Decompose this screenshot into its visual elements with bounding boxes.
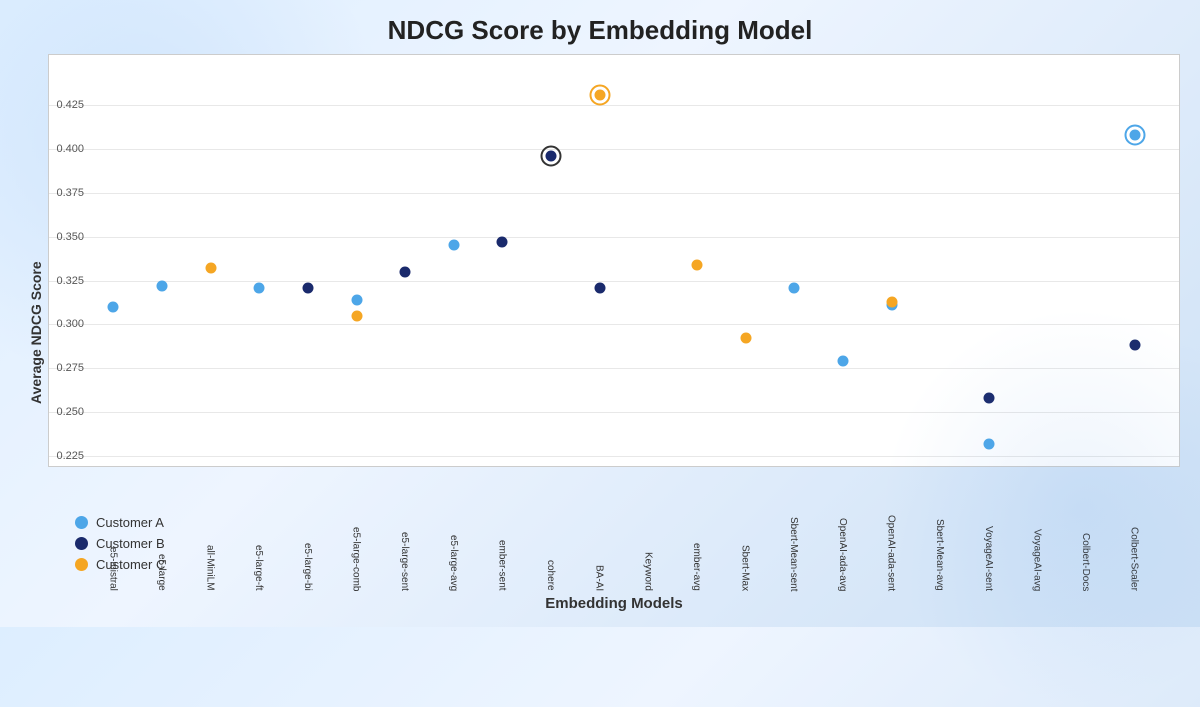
x-label-VoyageAI-avg: VoyageAI-avg xyxy=(1031,529,1041,591)
data-point-customerA-e5-large-avg xyxy=(448,240,459,251)
x-label-e5-large-ft: e5-large-ft xyxy=(253,545,263,591)
chart-title: NDCG Score by Embedding Model xyxy=(388,15,813,46)
data-point-customerA-OpenAI-ada-avg xyxy=(837,356,848,367)
data-point-customerC-e5-large-comb xyxy=(351,310,362,321)
y-tick-label: 0.225 xyxy=(56,450,84,462)
x-label-e5-large-sent: e5-large-sent xyxy=(399,532,409,591)
legend-item: Customer B xyxy=(75,536,165,551)
data-point-customerA-VoyageAI-sent xyxy=(983,438,994,449)
x-label-all-MiniLM: all-MiniLM xyxy=(205,545,215,591)
y-tick-label: 0.350 xyxy=(56,231,84,243)
x-label-e5-large-avg: e5-large-avg xyxy=(448,535,458,591)
legend-item: Customer A xyxy=(75,515,165,530)
data-point-customerA-Colbert-Scaler xyxy=(1129,129,1140,140)
x-label-VoyageAI-sent: VoyageAI-sent xyxy=(983,526,993,591)
chart-area: Average NDCG Score 0.4250.4000.3750.3500… xyxy=(20,54,1180,612)
legend-item: Customer C xyxy=(75,557,165,572)
data-point-customerA-e5-large xyxy=(156,280,167,291)
data-point-customerA-e5-mistral xyxy=(108,301,119,312)
legend-label: Customer A xyxy=(96,515,164,530)
plot-container: 0.425 0.400 0.375 0.350 0.325 0.300 0.275 0.250… xyxy=(48,54,1180,612)
chart-wrapper: NDCG Score by Embedding Model Average ND… xyxy=(20,15,1180,612)
data-point-customerC-Sbert-Max xyxy=(740,333,751,344)
data-point-customerA-e5-large-comb xyxy=(351,294,362,305)
x-axis-title: Embedding Models xyxy=(48,595,1180,612)
data-point-customerB-e5-large-sent xyxy=(400,266,411,277)
y-tick-label: 0.425 xyxy=(56,99,84,111)
data-point-customerB-e5-large-bi xyxy=(302,282,313,293)
x-axis-labels: e5-mistrale5-largeall-MiniLMe5-large-fte… xyxy=(48,471,1178,591)
x-label-Sbert-Max: Sbert-Max xyxy=(740,545,750,591)
x-label-OpenAI-ada-sent: OpenAI-ada-sent xyxy=(886,515,896,591)
data-point-customerC-ember-avg xyxy=(691,259,702,270)
legend: Customer A Customer B Customer C xyxy=(75,515,165,572)
data-point-customerC-BA-AI xyxy=(594,89,605,100)
y-tick-label: 0.275 xyxy=(56,362,84,374)
x-label-Colbert-Scaler: Colbert-Scaler xyxy=(1129,527,1139,591)
x-label-e5-large-comb: e5-large-comb xyxy=(351,527,361,591)
legend-dot xyxy=(75,558,88,571)
data-point-customerC-all-MiniLM xyxy=(205,263,216,274)
x-label-e5-large-bi: e5-large-bi xyxy=(302,543,312,591)
x-label-ember-avg: ember-avg xyxy=(691,543,701,591)
y-tick-label: 0.400 xyxy=(56,143,84,155)
y-tick-label: 0.325 xyxy=(56,275,84,287)
legend-label: Customer C xyxy=(96,557,165,572)
y-tick-label: 0.250 xyxy=(56,406,84,418)
x-label-Sbert-Mean-avg: Sbert-Mean-avg xyxy=(934,519,944,591)
data-point-customerC-OpenAI-ada-sent xyxy=(886,296,897,307)
legend-label: Customer B xyxy=(96,536,165,551)
legend-dot xyxy=(75,516,88,529)
data-point-customerA-e5-large-ft xyxy=(254,282,265,293)
x-label-OpenAI-ada-avg: OpenAI-ada-avg xyxy=(837,518,847,591)
data-point-customerA-Sbert-Mean-sent xyxy=(789,282,800,293)
legend-dot xyxy=(75,537,88,550)
x-label-Sbert-Mean-sent: Sbert-Mean-sent xyxy=(788,517,798,591)
x-label-ember-sent: ember-sent xyxy=(496,540,506,591)
x-label-Keyword: Keyword xyxy=(642,552,652,591)
x-label-BA-AI: BA-AI xyxy=(594,565,604,591)
y-tick-label: 0.300 xyxy=(56,318,84,330)
y-axis-label: Average NDCG Score xyxy=(20,54,48,612)
x-label-cohere: cohere xyxy=(545,560,555,591)
data-point-customerB-VoyageAI-sent xyxy=(983,393,994,404)
data-point-customerB-Colbert-Scaler xyxy=(1129,340,1140,351)
x-label-Colbert-Docs: Colbert-Docs xyxy=(1080,533,1090,591)
plot-box: 0.425 0.400 0.375 0.350 0.325 0.300 0.275 0.250… xyxy=(48,54,1180,467)
y-tick-label: 0.375 xyxy=(56,187,84,199)
data-point-customerB-ember-sent xyxy=(497,236,508,247)
data-point-customerB-BA-AI xyxy=(594,282,605,293)
data-point-customerB-cohere xyxy=(546,150,557,161)
